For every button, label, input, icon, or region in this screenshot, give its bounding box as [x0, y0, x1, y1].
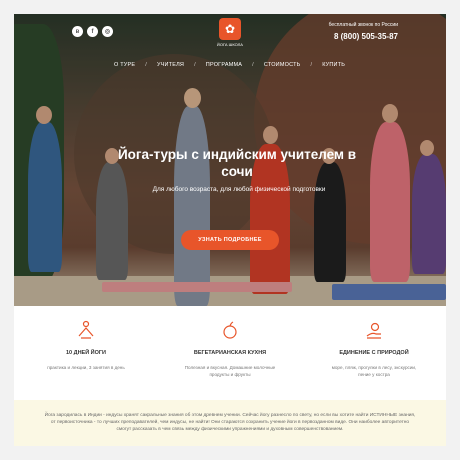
feature-desc: море, пляж, прогулки в лесу, экскурсии, … — [331, 365, 417, 377]
facebook-icon[interactable]: f — [87, 26, 98, 37]
page: в f ◎ ✿ ЙОГА ШКОЛА бесплатный звонок по … — [14, 14, 446, 446]
story-text: Йога зародилась в Индии - индусы хранят … — [44, 413, 416, 432]
hero-headline: Йога-туры с индийским учителем в сочи — [117, 147, 357, 179]
feature-title: ЕДИНЕНИЕ С ПРИРОДОЙ — [339, 350, 409, 356]
nav-item-about[interactable]: О ТУРЕ — [114, 62, 135, 68]
nav-item-price[interactable]: СТОИМОСТЬ — [264, 62, 301, 68]
sun-hand-icon — [364, 320, 384, 340]
feature-nature: ЕДИНЕНИЕ С ПРИРОДОЙ море, пляж, прогулки… — [302, 306, 446, 404]
nav-separator: / — [194, 62, 196, 68]
nav-item-teachers[interactable]: УЧИТЕЛЯ — [157, 62, 184, 68]
meditation-icon — [76, 320, 96, 340]
site-logo[interactable]: ✿ ЙОГА ШКОЛА — [200, 18, 260, 47]
call-note: бесплатный звонок по России — [328, 22, 398, 28]
vk-icon[interactable]: в — [72, 26, 83, 37]
feature-desc: практика и лекции, 3 занятия в день — [47, 365, 125, 370]
nav-item-buy[interactable]: КУПИТЬ — [322, 62, 345, 68]
lotus-icon: ✿ — [219, 18, 241, 40]
story-section: Йога зародилась в Индии - индусы хранят … — [14, 400, 446, 446]
feature-title: 10 ДНЕЙ ЙОГИ — [66, 350, 106, 356]
feature-vegetarian: ВЕГЕТАРИАНСКАЯ КУХНЯ Полезная и вкусная.… — [158, 306, 302, 404]
feature-title: ВЕГЕТАРИАНСКАЯ КУХНЯ — [193, 350, 267, 356]
nav-separator: / — [310, 62, 313, 68]
instagram-icon[interactable]: ◎ — [102, 26, 113, 37]
nav-item-program[interactable]: ПРОГРАММА — [206, 62, 242, 68]
apple-icon — [220, 320, 240, 340]
hero-subtitle: Для любого возраста, для любой физическо… — [152, 186, 326, 193]
hero-section: в f ◎ ✿ ЙОГА ШКОЛА бесплатный звонок по … — [14, 14, 446, 306]
feature-yoga-days: 10 ДНЕЙ ЙОГИ практика и лекции, 3 заняти… — [14, 306, 158, 404]
nav-separator: / — [252, 62, 254, 68]
features-section: 10 ДНЕЙ ЙОГИ практика и лекции, 3 заняти… — [14, 306, 446, 404]
main-nav: О ТУРЕ / УЧИТЕЛЯ / ПРОГРАММА / СТОИМОСТЬ… — [114, 62, 345, 68]
phone-number[interactable]: 8 (800) 505-35-87 — [329, 32, 398, 41]
logo-text: ЙОГА ШКОЛА — [217, 42, 243, 47]
nav-separator: / — [145, 62, 147, 68]
feature-desc: Полезная и вкусная. Домашние молочные пр… — [184, 365, 276, 377]
contact-block: бесплатный звонок по России 8 (800) 505-… — [329, 22, 398, 41]
social-links: в f ◎ — [72, 26, 113, 37]
learn-more-button[interactable]: УЗНАТЬ ПОДРОБНЕЕ — [181, 230, 279, 250]
